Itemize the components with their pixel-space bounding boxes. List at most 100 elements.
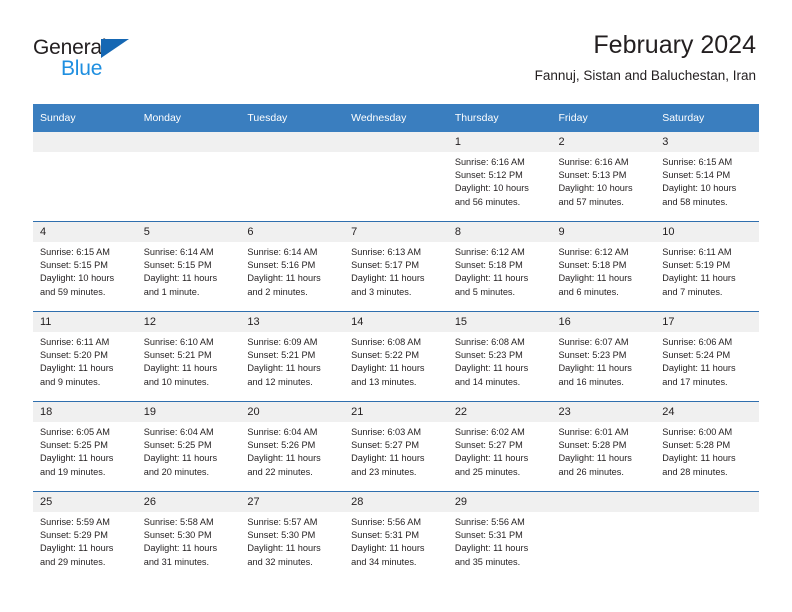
calendar-day-cell[interactable]: 21 Sunrise: 6:03 AM Sunset: 5:27 PM Dayligh…: [344, 401, 448, 492]
daylight-line-cont: and 26 minutes.: [558, 466, 624, 477]
daylight-line: Daylight: 11 hours: [662, 453, 736, 464]
sunset-line: Sunset: 5:25 PM: [143, 440, 212, 451]
calendar-empty-cell: [240, 132, 345, 222]
calendar-day-cell[interactable]: 18 Sunrise: 6:05 AM Sunset: 5:25 PM Dayligh…: [33, 401, 137, 492]
calendar-day-cell[interactable]: 8 Sunrise: 6:12 AM Sunset: 5:18 PM Daylight…: [447, 221, 552, 312]
day-number: 20: [240, 402, 345, 422]
calendar-day-cell[interactable]: 11 Sunrise: 6:11 AM Sunset: 5:20 PM Dayligh…: [33, 311, 137, 402]
calendar-week-row: 11 Sunrise: 6:11 AM Sunset: 5:20 PM Dayligh…: [33, 311, 759, 402]
sunset-line: Sunset: 5:24 PM: [662, 350, 731, 361]
daylight-line-cont: and 57 minutes.: [558, 196, 624, 207]
daylight-line: Daylight: 11 hours: [454, 543, 529, 554]
calendar-day-cell[interactable]: 24 Sunrise: 6:00 AM Sunset: 5:28 PM Dayligh…: [655, 401, 759, 492]
sunset-line: Sunset: 5:31 PM: [351, 530, 420, 541]
day-number: 18: [33, 402, 137, 422]
daylight-line-cont: and 3 minutes.: [351, 286, 412, 297]
calendar-day-cell[interactable]: 20 Sunrise: 6:04 AM Sunset: 5:26 PM Dayligh…: [240, 401, 345, 492]
daylight-line-cont: and 59 minutes.: [40, 286, 106, 297]
day-sun-info: Sunrise: 6:08 AM Sunset: 5:23 PM Daylight:…: [448, 332, 552, 389]
sunrise-line: Sunrise: 6:12 AM: [454, 247, 525, 257]
daylight-line-cont: and 31 minutes.: [143, 556, 210, 567]
day-number: 21: [344, 402, 448, 422]
sunrise-line: Sunrise: 5:56 AM: [351, 517, 422, 527]
day-sun-info: [33, 152, 137, 156]
sunrise-line: Sunrise: 5:59 AM: [40, 517, 110, 527]
calendar-day-cell[interactable]: 12 Sunrise: 6:10 AM Sunset: 5:21 PM Dayligh…: [136, 311, 241, 402]
day-number: 1: [447, 132, 552, 152]
daylight-line: Daylight: 11 hours: [662, 363, 736, 374]
calendar-day-cell[interactable]: 25 Sunrise: 5:59 AM Sunset: 5:29 PM Dayligh…: [33, 491, 137, 581]
daylight-line-cont: and 32 minutes.: [247, 556, 313, 567]
calendar-day-cell[interactable]: 14 Sunrise: 6:08 AM Sunset: 5:22 PM Dayligh…: [344, 311, 448, 402]
calendar-day-cell[interactable]: 23 Sunrise: 6:01 AM Sunset: 5:28 PM Dayligh…: [551, 401, 656, 492]
calendar-week-row: 4 Sunrise: 6:15 AM Sunset: 5:15 PM Daylight…: [33, 221, 759, 312]
day-number: 11: [33, 312, 137, 332]
calendar-empty-cell: [136, 132, 241, 222]
day-number: 16: [551, 312, 656, 332]
calendar-day-cell[interactable]: 13 Sunrise: 6:09 AM Sunset: 5:21 PM Dayligh…: [240, 311, 345, 402]
calendar-day-cell[interactable]: 2 Sunrise: 6:16 AM Sunset: 5:13 PM Daylight…: [551, 132, 656, 222]
day-number: 23: [551, 402, 656, 422]
daylight-line-cont: and 13 minutes.: [351, 376, 417, 387]
calendar-day-cell[interactable]: 29 Sunrise: 5:56 AM Sunset: 5:31 PM Dayligh…: [447, 491, 552, 581]
day-sun-info: Sunrise: 5:56 AM Sunset: 5:31 PM Daylight:…: [344, 512, 448, 569]
daylight-line-cont: and 19 minutes.: [40, 466, 106, 477]
daylight-line-cont: and 7 minutes.: [662, 286, 723, 297]
calendar-day-cell[interactable]: 1 Sunrise: 6:16 AM Sunset: 5:12 PM Daylight…: [447, 132, 552, 222]
day-number: 9: [551, 222, 656, 242]
calendar-day-cell[interactable]: 7 Sunrise: 6:13 AM Sunset: 5:17 PM Daylight…: [344, 221, 448, 312]
calendar-day-cell[interactable]: 22 Sunrise: 6:02 AM Sunset: 5:27 PM Dayligh…: [447, 401, 552, 492]
sunset-line: Sunset: 5:29 PM: [40, 530, 108, 541]
weekday-header-saturday: Saturday: [655, 104, 759, 132]
page-title: February 2024: [593, 31, 756, 59]
sunset-line: Sunset: 5:19 PM: [662, 260, 731, 271]
daylight-line: Daylight: 11 hours: [558, 363, 632, 374]
daylight-line: Daylight: 11 hours: [662, 273, 736, 284]
daylight-line: Daylight: 11 hours: [247, 543, 321, 554]
calendar-day-cell[interactable]: 9 Sunrise: 6:12 AM Sunset: 5:18 PM Daylight…: [551, 221, 656, 312]
calendar-day-cell[interactable]: 27 Sunrise: 5:57 AM Sunset: 5:30 PM Dayligh…: [240, 491, 345, 581]
page-subtitle: Fannuj, Sistan and Baluchestan, Iran: [534, 68, 756, 83]
day-sun-info: Sunrise: 6:03 AM Sunset: 5:27 PM Daylight:…: [344, 422, 448, 479]
calendar-week-row: 25 Sunrise: 5:59 AM Sunset: 5:29 PM Dayligh…: [33, 491, 759, 581]
sunset-line: Sunset: 5:21 PM: [247, 350, 316, 361]
daylight-line: Daylight: 11 hours: [351, 453, 425, 464]
day-sun-info: [240, 152, 344, 156]
daylight-line: Daylight: 11 hours: [454, 453, 529, 464]
calendar-day-cell[interactable]: 15 Sunrise: 6:08 AM Sunset: 5:23 PM Dayligh…: [447, 311, 552, 402]
day-number: 14: [344, 312, 448, 332]
day-number: 15: [447, 312, 552, 332]
daylight-line-cont: and 12 minutes.: [247, 376, 313, 387]
calendar-day-cell[interactable]: 3 Sunrise: 6:15 AM Sunset: 5:14 PM Daylight…: [655, 132, 759, 222]
day-number: 26: [136, 492, 241, 512]
calendar-day-cell[interactable]: 17 Sunrise: 6:06 AM Sunset: 5:24 PM Dayligh…: [655, 311, 759, 402]
calendar-day-cell[interactable]: 28 Sunrise: 5:56 AM Sunset: 5:31 PM Dayligh…: [344, 491, 448, 581]
calendar-day-cell[interactable]: 19 Sunrise: 6:04 AM Sunset: 5:25 PM Dayligh…: [136, 401, 241, 492]
day-sun-info: Sunrise: 6:11 AM Sunset: 5:19 PM Daylight:…: [655, 242, 759, 299]
day-sun-info: Sunrise: 6:14 AM Sunset: 5:15 PM Daylight:…: [137, 242, 241, 299]
daylight-line-cont: and 28 minutes.: [662, 466, 728, 477]
calendar-empty-cell: [551, 491, 656, 581]
day-number: 12: [136, 312, 241, 332]
calendar-day-cell[interactable]: 26 Sunrise: 5:58 AM Sunset: 5:30 PM Dayligh…: [136, 491, 241, 581]
weekday-header-wednesday: Wednesday: [344, 104, 448, 132]
day-sun-info: [655, 512, 759, 516]
day-number: 25: [33, 492, 137, 512]
day-sun-info: [344, 152, 448, 156]
sunset-line: Sunset: 5:20 PM: [40, 350, 108, 361]
calendar-body: 1 Sunrise: 6:16 AM Sunset: 5:12 PM Daylight…: [33, 132, 759, 581]
sunset-line: Sunset: 5:18 PM: [558, 260, 627, 271]
calendar-day-cell[interactable]: 6 Sunrise: 6:14 AM Sunset: 5:16 PM Daylight…: [240, 221, 345, 312]
calendar-day-cell[interactable]: 10 Sunrise: 6:11 AM Sunset: 5:19 PM Dayligh…: [655, 221, 759, 312]
day-number: 17: [655, 312, 759, 332]
sunrise-line: Sunrise: 6:04 AM: [143, 427, 214, 437]
calendar-day-cell[interactable]: 4 Sunrise: 6:15 AM Sunset: 5:15 PM Daylight…: [33, 221, 137, 312]
calendar-empty-cell: [33, 132, 137, 222]
sunset-line: Sunset: 5:26 PM: [247, 440, 316, 451]
calendar-day-cell[interactable]: 16 Sunrise: 6:07 AM Sunset: 5:23 PM Dayligh…: [551, 311, 656, 402]
sunrise-line: Sunrise: 6:08 AM: [351, 337, 422, 347]
daylight-line-cont: and 17 minutes.: [662, 376, 728, 387]
sunrise-line: Sunrise: 6:13 AM: [351, 247, 422, 257]
daylight-line: Daylight: 10 hours: [454, 183, 529, 194]
calendar-day-cell[interactable]: 5 Sunrise: 6:14 AM Sunset: 5:15 PM Daylight…: [136, 221, 241, 312]
